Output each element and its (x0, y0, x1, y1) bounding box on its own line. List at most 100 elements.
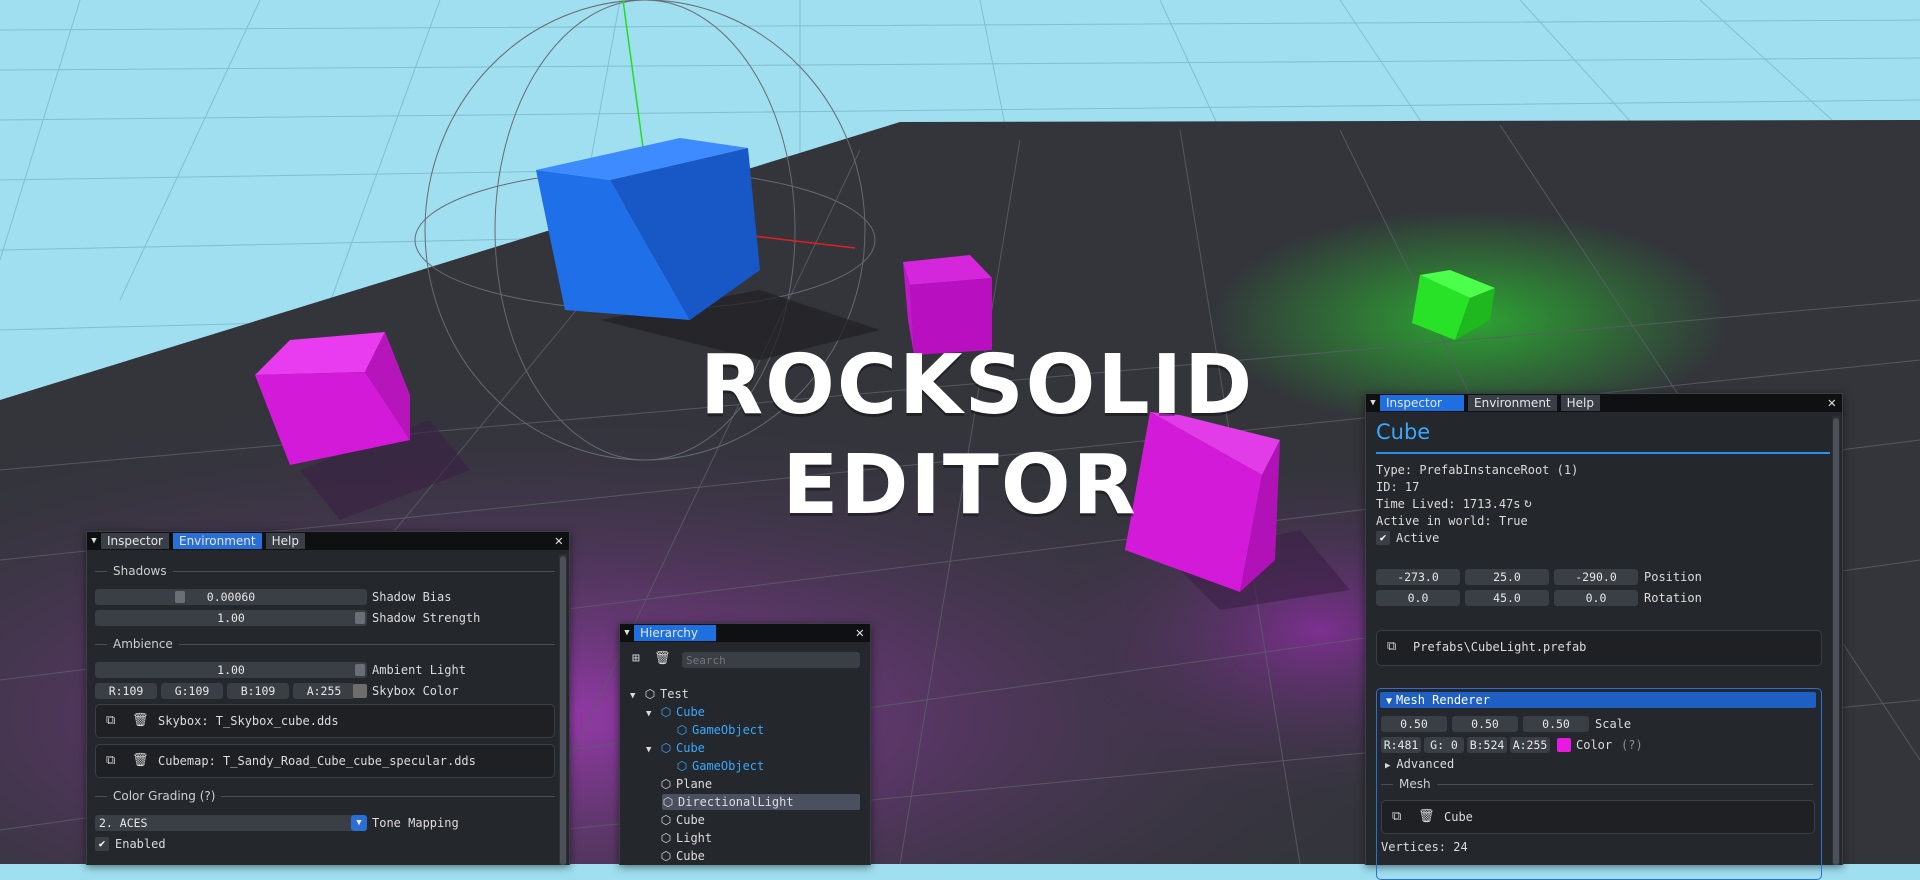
scale-x[interactable]: 0.50 (1381, 716, 1447, 732)
refresh-icon[interactable]: ↻ (1524, 496, 1532, 512)
cube-icon: ⬡ (660, 705, 672, 719)
tab-hierarchy[interactable]: Hierarchy (634, 625, 716, 641)
mesh-asset-box[interactable]: ⧉ 🗑 Cube (1381, 800, 1815, 834)
tone-mapping-select[interactable]: 2. ACES (95, 815, 367, 831)
enabled-checkbox[interactable]: ✔ (95, 837, 109, 851)
slider-grab[interactable] (175, 591, 185, 603)
rotation-y[interactable]: 45.0 (1465, 590, 1549, 606)
color-r[interactable]: R:481 (1381, 737, 1421, 753)
object-id: ID: 17 (1376, 480, 1420, 494)
inspector-window[interactable]: ▼ Inspector Environment Help ✕ Cube Type… (1365, 393, 1843, 880)
hierarchy-item[interactable]: ⬡ GameObject (662, 758, 765, 774)
tree-arrow-icon[interactable]: ▼ (646, 742, 660, 758)
slider-grab[interactable] (355, 664, 365, 676)
color-b[interactable]: B:524 (1467, 737, 1507, 753)
position-y[interactable]: 25.0 (1465, 569, 1549, 585)
blue-cube[interactable] (536, 138, 760, 320)
mesh-header: Mesh (1399, 777, 1431, 791)
color-swatch[interactable] (1557, 738, 1571, 752)
hierarchy-item[interactable]: ▼ ⬡ Test (630, 686, 689, 702)
copy-icon[interactable]: ⧉ (1387, 639, 1396, 655)
hierarchy-item[interactable]: ⬡ Cube (646, 848, 705, 864)
search-input[interactable] (682, 652, 860, 668)
skybox-color-r[interactable]: R:109 (95, 683, 157, 699)
trash-icon[interactable]: 🗑 (132, 753, 149, 769)
hierarchy-item-label: Plane (676, 777, 713, 791)
scale-label: Scale (1595, 717, 1632, 731)
skybox-color-b[interactable]: B:109 (227, 683, 289, 699)
tab-inspector[interactable]: Inspector (1380, 395, 1464, 411)
advanced-tree-node[interactable]: ▶ Advanced (1385, 756, 1454, 774)
cube-icon: ⬡ (660, 849, 672, 863)
window-titlebar[interactable]: ▼ Inspector Environment Help ✕ (1366, 394, 1842, 412)
mesh-renderer-header[interactable]: ▼ Mesh Renderer (1380, 692, 1816, 708)
ambient-light-slider[interactable]: 1.00 (95, 662, 367, 678)
scrollbar-thumb[interactable] (1833, 418, 1839, 865)
hierarchy-item[interactable]: ⬡ Cube (646, 812, 705, 828)
collapse-icon[interactable]: ▼ (620, 624, 634, 642)
open-external-icon[interactable]: ⧉ (1392, 809, 1401, 825)
close-icon[interactable]: ✕ (1828, 394, 1836, 412)
rotation-x[interactable]: 0.0 (1376, 590, 1460, 606)
trash-icon[interactable]: 🗑 (132, 713, 149, 729)
position-x[interactable]: -273.0 (1376, 569, 1460, 585)
tab-help[interactable]: Help (265, 533, 305, 549)
tab-inspector[interactable]: Inspector (101, 533, 169, 549)
tree-arrow-icon[interactable]: ▼ (646, 706, 660, 722)
shadow-strength-slider[interactable]: 1.00 (95, 610, 367, 626)
prefab-box[interactable]: ⧉ Prefabs\CubeLight.prefab (1376, 630, 1822, 666)
collapsed-arrow-icon: ▶ (1385, 761, 1391, 771)
open-external-icon[interactable]: ⧉ (106, 753, 115, 769)
slider-grab[interactable] (355, 612, 365, 624)
scrollbar-thumb[interactable] (560, 556, 566, 865)
skybox-color-swatch[interactable] (353, 684, 367, 698)
color-g[interactable]: G: 0 (1424, 737, 1464, 753)
hierarchy-item[interactable]: ▼ ⬡ Cube (646, 740, 705, 756)
collapse-icon[interactable]: ▼ (1366, 394, 1380, 412)
close-icon[interactable]: ✕ (856, 624, 864, 642)
tone-mapping-value: 2. ACES (99, 816, 148, 830)
vertices-count: Vertices: 24 (1381, 840, 1468, 854)
hierarchy-item[interactable]: ⬡ DirectionalLight (662, 794, 860, 810)
cubemap-asset-label: Cubemap: T_Sandy_Road_Cube_cube_specular… (158, 754, 476, 768)
color-help[interactable]: (?) (1621, 737, 1643, 753)
hierarchy-window[interactable]: ▼ Hierarchy ✕ ⊞ 🗑 ▼⬡Test▼⬡Cube⬡GameObjec… (619, 623, 871, 865)
scrollbar[interactable] (559, 554, 567, 865)
hierarchy-item[interactable]: ▼ ⬡ Cube (646, 704, 705, 720)
tree-arrow-icon[interactable]: ▼ (630, 688, 644, 704)
window-titlebar[interactable]: ▼ Hierarchy ✕ (620, 624, 870, 642)
hierarchy-item-label: Cube (676, 849, 705, 863)
scale-z[interactable]: 0.50 (1523, 716, 1589, 732)
cubemap-asset-box[interactable]: ⧉ 🗑 Cubemap: T_Sandy_Road_Cube_cube_spec… (95, 744, 555, 778)
close-icon[interactable]: ✕ (555, 532, 563, 550)
add-object-icon[interactable]: ⊞ (632, 651, 640, 667)
active-in-world: Active in world: True (1376, 514, 1528, 528)
dropdown-arrow-icon[interactable]: ▼ (351, 815, 367, 831)
hierarchy-item-label: Cube (676, 741, 705, 755)
skybox-color-a[interactable]: A:255 (293, 683, 355, 699)
environment-window[interactable]: ▼ Inspector Environment Help ✕ Shadows 0… (86, 531, 570, 865)
position-z[interactable]: -290.0 (1554, 569, 1638, 585)
tab-environment[interactable]: Environment (1468, 395, 1557, 411)
mesh-separator: Mesh (1381, 777, 1813, 791)
window-titlebar[interactable]: ▼ Inspector Environment Help ✕ (87, 532, 569, 550)
tab-help[interactable]: Help (1560, 395, 1600, 411)
hierarchy-item[interactable]: ⬡ Light (646, 830, 712, 846)
open-external-icon[interactable]: ⧉ (106, 713, 115, 729)
scrollbar[interactable] (1832, 416, 1840, 865)
scale-y[interactable]: 0.50 (1452, 716, 1518, 732)
hierarchy-item[interactable]: ⬡ Plane (646, 776, 712, 792)
hierarchy-item[interactable]: ⬡ GameObject (662, 722, 765, 738)
skybox-color-g[interactable]: G:109 (161, 683, 223, 699)
rotation-z[interactable]: 0.0 (1554, 590, 1638, 606)
skybox-asset-box[interactable]: ⧉ 🗑 Skybox: T_Skybox_cube.dds (95, 704, 555, 738)
trash-icon[interactable]: 🗑 (1418, 809, 1435, 825)
shadow-bias-slider[interactable]: 0.00060 (95, 589, 367, 605)
tab-environment[interactable]: Environment (172, 533, 262, 549)
trash-icon[interactable]: 🗑 (654, 651, 671, 667)
hierarchy-item-label: Cube (676, 705, 705, 719)
mesh-renderer-component: ▼ Mesh Renderer 0.50 0.50 0.50 Scale R:48… (1376, 688, 1822, 880)
collapse-icon[interactable]: ▼ (87, 532, 101, 550)
active-checkbox[interactable]: ✔ (1376, 531, 1390, 545)
color-a[interactable]: A:255 (1510, 737, 1550, 753)
